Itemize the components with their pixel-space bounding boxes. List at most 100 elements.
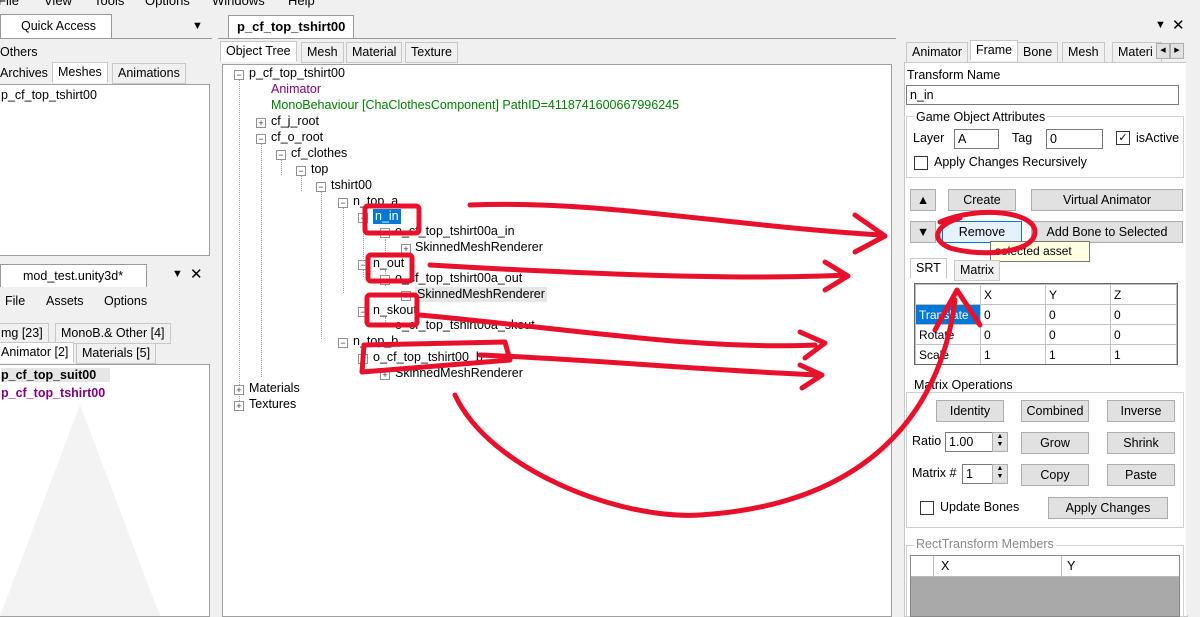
layer-input[interactable]: A (954, 129, 999, 149)
tab-material[interactable]: Material (346, 42, 403, 63)
tab-frame[interactable]: Frame (970, 40, 1019, 61)
remove-button[interactable]: Remove (942, 221, 1022, 243)
collapse-icon[interactable]: − (380, 275, 390, 285)
tree-n-top-a[interactable]: n_top_a (353, 194, 398, 209)
grid-cell[interactable]: 0 (980, 324, 1046, 345)
object-tree[interactable]: − p_cf_top_tshirt00 Animator MonoBehavio… (222, 64, 892, 617)
expand-icon[interactable]: + (234, 401, 244, 411)
grid-cell[interactable]: 0 (1045, 304, 1111, 325)
add-bone-button[interactable]: Add Bone to Selected (1031, 221, 1183, 243)
virtual-animator-button[interactable]: Virtual Animator (1031, 189, 1183, 211)
tag-input[interactable]: 0 (1046, 129, 1103, 149)
expand-icon[interactable]: + (256, 118, 266, 128)
list-item[interactable]: p_cf_top_suit00 (1, 368, 111, 382)
grid-cell[interactable]: 0 (980, 304, 1046, 325)
create-button[interactable]: Create (948, 189, 1016, 211)
tab-monobehaviour[interactable]: MonoB.& Other [4] (55, 323, 171, 344)
expand-icon[interactable]: + (380, 370, 390, 380)
close-icon[interactable]: ✕ (1172, 16, 1185, 34)
others-item[interactable]: Others (0, 45, 38, 59)
menu-options[interactable]: Options (145, 0, 190, 8)
is-active-checkbox[interactable]: ✓ (1116, 131, 1130, 145)
grid-cell[interactable]: 1 (1045, 344, 1111, 364)
identity-button[interactable]: Identity (936, 400, 1004, 422)
archives-tab[interactable]: Archives (0, 66, 48, 80)
move-up-button[interactable]: ▲ (910, 189, 936, 211)
scroll-left-icon[interactable]: ◀ (1156, 43, 1170, 59)
grid-cell[interactable]: 0 (1110, 324, 1177, 345)
grid-cell[interactable]: 1 (1110, 344, 1177, 364)
tab-materials[interactable]: Materi (1112, 42, 1162, 63)
tree-n-out[interactable]: n_out (373, 256, 404, 271)
grid-cell[interactable]: 1 (980, 344, 1046, 364)
tree-monobehaviour[interactable]: MonoBehaviour [ChaClothesComponent] Path… (271, 98, 679, 113)
srt-grid[interactable]: X Y Z Translate 0 0 0 Rotate 0 0 0 Scale… (914, 283, 1178, 365)
collapse-icon[interactable]: − (338, 338, 348, 348)
tree-n-top-b[interactable]: n_top_b (353, 334, 398, 349)
tree-materials[interactable]: Materials (249, 381, 300, 396)
tree-cf-o-root[interactable]: cf_o_root (271, 130, 323, 145)
tree-textures[interactable]: Textures (249, 397, 296, 412)
collapse-icon[interactable]: − (276, 150, 286, 160)
tab-meshes[interactable]: Meshes (52, 62, 108, 83)
collapse-icon[interactable]: − (358, 354, 368, 364)
collapse-icon[interactable]: − (358, 260, 368, 270)
tree-top[interactable]: top (311, 162, 328, 177)
grid-cell[interactable]: 0 (1110, 304, 1177, 325)
scrollbar[interactable] (1186, 40, 1200, 615)
tree-n-in-selected[interactable]: n_in (373, 209, 401, 224)
tab-srt[interactable]: SRT (910, 258, 947, 279)
tree-o-b[interactable]: o_cf_top_tshirt00_b (373, 350, 483, 365)
doc-tab[interactable]: p_cf_top_tshirt00 (228, 15, 355, 38)
tab-images[interactable]: mg [23] (0, 323, 49, 344)
expand-icon[interactable]: + (401, 244, 411, 254)
update-bones-checkbox[interactable] (920, 501, 934, 515)
tab-object-tree[interactable]: Object Tree (220, 41, 297, 62)
list-item[interactable]: p_cf_top_tshirt00 (1, 88, 97, 102)
dropdown-icon[interactable]: ▼ (192, 20, 203, 32)
combined-button[interactable]: Combined (1021, 400, 1089, 422)
paste-button[interactable]: Paste (1107, 464, 1175, 486)
collapse-icon[interactable]: − (358, 213, 368, 223)
matrix-spinner-icon[interactable]: ▲ ▼ (992, 464, 1008, 484)
transform-name-input[interactable]: n_in (906, 85, 1179, 105)
list-item[interactable]: p_cf_top_tshirt00 (1, 386, 105, 400)
collapse-icon[interactable]: − (358, 307, 368, 317)
tree-cf-clothes[interactable]: cf_clothes (291, 146, 347, 161)
inverse-button[interactable]: Inverse (1107, 400, 1175, 422)
tab-mesh[interactable]: Mesh (301, 42, 344, 63)
collapse-icon[interactable]: − (296, 166, 306, 176)
grid-cell[interactable]: 0 (1045, 324, 1111, 345)
tree-n-skout[interactable]: n_skout (373, 303, 417, 318)
grow-button[interactable]: Grow (1021, 432, 1089, 454)
expand-icon[interactable]: + (234, 385, 244, 395)
menu-help[interactable]: Help (288, 0, 315, 8)
tree-smr-3[interactable]: SkinnedMeshRenderer (395, 366, 523, 381)
tree-root[interactable]: p_cf_top_tshirt00 (249, 66, 345, 81)
menu-assets[interactable]: Assets (46, 294, 84, 308)
tree-o-skout[interactable]: o_cf_top_tshirt00a_skout (395, 318, 535, 333)
tab-bone[interactable]: Bone (1017, 42, 1059, 63)
tree-o-out[interactable]: o_cf_top_tshirt00a_out (395, 271, 522, 286)
tab-texture[interactable]: Texture (405, 42, 458, 63)
tree-tshirt00[interactable]: tshirt00 (331, 178, 372, 193)
collapse-icon[interactable]: − (316, 182, 326, 192)
tree-smr-1[interactable]: SkinnedMeshRenderer (415, 240, 543, 255)
collapse-icon[interactable]: − (234, 70, 244, 80)
expand-icon[interactable]: + (401, 291, 411, 301)
menu-tools[interactable]: Tools (94, 0, 124, 8)
tab-mesh[interactable]: Mesh (1062, 42, 1105, 63)
tree-animator[interactable]: Animator (271, 82, 321, 97)
mod-tab[interactable]: mod_test.unity3d* (0, 264, 147, 287)
tree-cf-j-root[interactable]: cf_j_root (271, 114, 319, 129)
scroll-right-icon[interactable]: ▶ (1170, 43, 1184, 59)
tab-animator[interactable]: Animator (906, 42, 969, 63)
close-icon[interactable]: ✕ (190, 265, 203, 283)
apply-recursive-checkbox[interactable] (914, 156, 928, 170)
shrink-button[interactable]: Shrink (1107, 432, 1175, 454)
tab-materials[interactable]: Materials [5] (76, 343, 157, 364)
menu-view[interactable]: View (44, 0, 72, 8)
ratio-input[interactable]: 1.00 (945, 432, 994, 452)
apply-changes-button[interactable]: Apply Changes (1048, 497, 1168, 519)
menu-file[interactable]: File (5, 294, 25, 308)
